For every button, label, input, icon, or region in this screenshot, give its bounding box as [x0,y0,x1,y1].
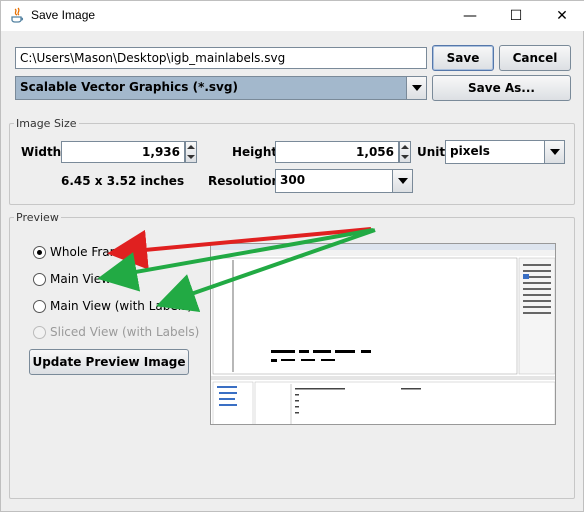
green-arrow-main-view [97,228,374,292]
red-arrow [107,227,372,270]
save-image-dialog: Save Image — ☐ ✕ C:\Users\Mason\Desktop\… [0,0,584,512]
green-arrow-main-view-labels [155,228,376,312]
annotation-arrows [97,227,376,312]
